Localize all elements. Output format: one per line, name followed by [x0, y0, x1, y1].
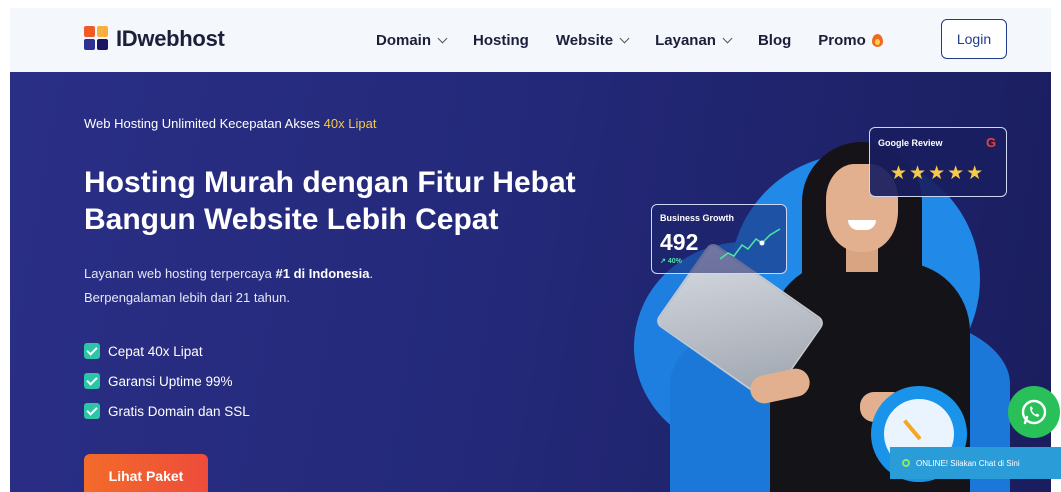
hero-section: Web Hosting Unlimited Kecepatan Akses 40… [10, 72, 1051, 492]
checkbox-icon [84, 343, 100, 359]
chevron-down-icon [722, 33, 733, 43]
chevron-down-icon [437, 33, 448, 43]
logo-text: IDwebhost [116, 26, 225, 51]
flame-icon [871, 33, 883, 47]
nav-item-promo[interactable]: Promo [818, 32, 883, 49]
desc-suffix: . [369, 266, 374, 281]
tagline-text: Web Hosting Unlimited Kecepatan Akses [84, 116, 324, 131]
tagline-highlight: 40x Lipat [323, 116, 377, 131]
feature-label: Gratis Domain dan SSL [108, 403, 250, 419]
online-status-icon [902, 459, 910, 467]
growth-change: ↗ 40% [660, 258, 682, 265]
online-chat-bar[interactable]: ONLINE! Silakan Chat di Sini [890, 447, 1061, 479]
hero-description: Layanan web hosting terpercaya #1 di Ind… [84, 262, 373, 310]
google-review-card: Google Review G ★★★★★ [869, 127, 1007, 197]
business-growth-card: Business Growth 492 ↗ 40% [651, 204, 787, 274]
feature-label: Cepat 40x Lipat [108, 343, 203, 359]
nav-item-label: Promo [818, 31, 866, 49]
hero-tagline: Web Hosting Unlimited Kecepatan Akses 40… [84, 116, 376, 131]
nav-item-blog[interactable]: Blog [758, 32, 791, 49]
main-nav: Domain Hosting Website Layanan Blog Prom… [376, 8, 910, 72]
whatsapp-icon [1021, 399, 1047, 425]
nav-item-website[interactable]: Website [555, 31, 630, 49]
logo-icon [84, 26, 110, 52]
nav-item-label: Hosting [473, 31, 529, 49]
nav-item-label: Website [555, 31, 614, 49]
growth-title: Business Growth [660, 213, 735, 223]
review-title: Google Review [878, 138, 943, 148]
nav-item-domain[interactable]: Domain [376, 31, 448, 49]
hero-headline: Hosting Murah dengan Fitur Hebat Bangun … [84, 164, 644, 238]
nav-item-hosting[interactable]: Hosting [473, 32, 529, 49]
headline-line-1: Hosting Murah dengan Fitur Hebat [84, 166, 576, 199]
feature-list: Cepat 40x Lipat Garansi Uptime 99% Grati… [84, 336, 250, 426]
site-header: IDwebhost Domain Hosting Website Layanan… [10, 8, 1051, 72]
feature-item: Cepat 40x Lipat [84, 336, 250, 366]
view-packages-button[interactable]: Lihat Paket [84, 454, 208, 492]
checkbox-icon [84, 373, 100, 389]
feature-label: Garansi Uptime 99% [108, 373, 233, 389]
desc-line-2: Berpengalaman lebih dari 21 tahun. [84, 290, 290, 305]
nav-item-label: Blog [757, 31, 792, 49]
chevron-down-icon [619, 33, 630, 43]
growth-sparkline-icon [719, 228, 781, 260]
headline-line-2: Bangun Website Lebih Cepat [84, 203, 499, 236]
feature-item: Gratis Domain dan SSL [84, 396, 250, 426]
desc-text: Layanan web hosting terpercaya [84, 266, 276, 281]
whatsapp-button[interactable] [1008, 386, 1060, 438]
nav-item-layanan[interactable]: Layanan [655, 31, 733, 49]
logo[interactable]: IDwebhost [84, 26, 225, 52]
nav-item-label: Domain [376, 31, 432, 49]
feature-item: Garansi Uptime 99% [84, 366, 250, 396]
growth-value: 492 [660, 229, 699, 255]
chat-bar-label: ONLINE! Silakan Chat di Sini [916, 458, 1020, 468]
google-icon: G [986, 135, 997, 150]
desc-bold: #1 di Indonesia [275, 266, 370, 281]
growth-change-value: 40% [667, 258, 682, 265]
login-button[interactable]: Login [941, 19, 1007, 59]
nav-item-label: Layanan [655, 31, 716, 49]
checkbox-icon [84, 403, 100, 419]
star-rating: ★★★★★ [890, 163, 986, 184]
